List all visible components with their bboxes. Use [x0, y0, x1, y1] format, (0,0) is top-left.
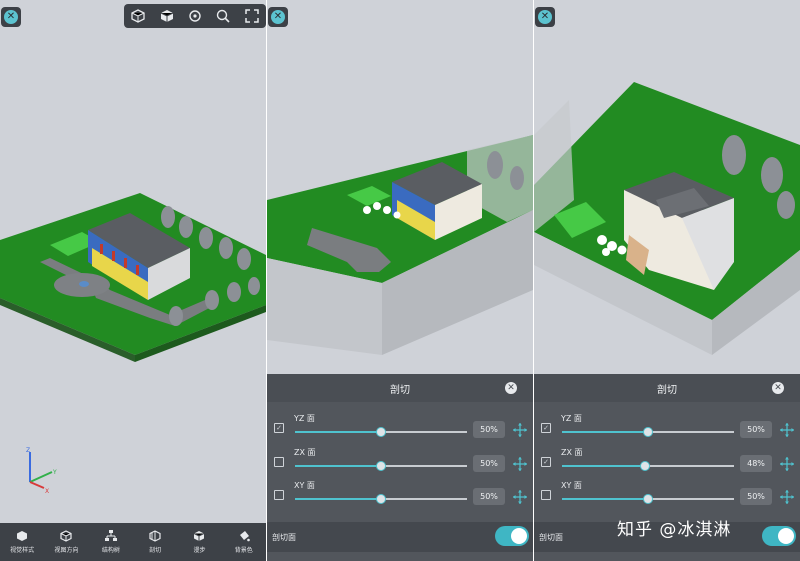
zx-checkbox[interactable] — [274, 457, 284, 467]
visual-style-icon — [17, 531, 28, 541]
slider-handle[interactable] — [640, 461, 650, 471]
xy-slider[interactable] — [562, 494, 734, 504]
yz-checkbox[interactable]: ✓ — [541, 423, 551, 433]
section-plane-toggle[interactable] — [762, 526, 796, 546]
view-toolbar — [124, 4, 266, 28]
bottom-toolbar: 视觉样式 视图方向 结构树 剖切 漫步 背景色 — [0, 523, 266, 561]
section-plane-footer: 剖切面 — [267, 522, 533, 552]
yz-percent-field[interactable]: 50% — [473, 421, 505, 438]
plane-label: YZ 面 — [294, 414, 315, 423]
close-icon: ✕ — [538, 10, 552, 24]
plane-label: ZX 面 — [561, 448, 583, 457]
yz-slider[interactable] — [562, 427, 734, 437]
background-color-button[interactable]: 背景色 — [222, 523, 266, 561]
section-panel-title: 剖切 — [390, 385, 410, 396]
axis-x-label: X — [45, 488, 49, 494]
background-color-label: 背景色 — [234, 547, 253, 554]
close-icon: ✕ — [271, 10, 285, 24]
yz-slider[interactable] — [295, 427, 467, 437]
axis-indicator: Z Y X — [22, 446, 62, 498]
plane-label: XY 面 — [294, 481, 315, 490]
section-plane-toggle[interactable] — [495, 526, 529, 546]
home-view-icon[interactable] — [130, 8, 146, 24]
section-row-yz: ✓ YZ 面 50% — [267, 408, 533, 442]
xy-percent-field[interactable]: 50% — [473, 488, 505, 505]
slider-handle[interactable] — [376, 461, 386, 471]
watermark: 知乎 @冰淇淋 — [617, 520, 732, 540]
yz-checkbox[interactable]: ✓ — [274, 423, 284, 433]
section-row-zx: ZX 面 50% — [267, 442, 533, 476]
panel-divider — [266, 0, 267, 561]
structure-tree-icon — [104, 530, 117, 541]
section-row-xy: XY 面 50% — [267, 475, 533, 509]
structure-tree-label: 结构树 — [101, 547, 120, 554]
plane-label: ZX 面 — [294, 448, 316, 457]
viewer-panel-overview: ✕ Z Y X 视觉样式 视图方向 结构树 剖切 漫步 背景色 — [0, 0, 266, 561]
section-panel-header: 剖切 ✕ — [267, 374, 533, 402]
zx-slider[interactable] — [562, 461, 734, 471]
zx-percent-field[interactable]: 50% — [473, 455, 505, 472]
yz-percent-field[interactable]: 50% — [740, 421, 772, 438]
slider-handle[interactable] — [643, 427, 653, 437]
xy-slider[interactable] — [295, 494, 467, 504]
move-arrows-icon[interactable] — [512, 456, 528, 472]
zx-checkbox[interactable]: ✓ — [541, 457, 551, 467]
walk-label: 漫步 — [193, 547, 206, 554]
move-arrows-icon[interactable] — [512, 489, 528, 505]
walk-button[interactable]: 漫步 — [177, 523, 221, 561]
rotate-icon[interactable] — [187, 8, 203, 24]
move-arrows-icon[interactable] — [512, 422, 528, 438]
background-color-icon — [239, 531, 250, 542]
model-scene-section-zx[interactable] — [534, 0, 800, 374]
close-button[interactable]: ✕ — [1, 7, 21, 27]
zx-percent-field[interactable]: 48% — [740, 455, 772, 472]
slider-handle[interactable] — [643, 494, 653, 504]
fullscreen-icon[interactable] — [244, 8, 260, 24]
section-label: 剖切 — [149, 547, 162, 554]
close-button[interactable]: ✕ — [268, 7, 288, 27]
section-panel-title: 剖切 — [657, 385, 677, 396]
section-button[interactable]: 剖切 — [133, 523, 177, 561]
slider-handle[interactable] — [376, 494, 386, 504]
zoom-icon[interactable] — [215, 8, 231, 24]
structure-tree-button[interactable]: 结构树 — [89, 523, 133, 561]
section-icon — [149, 530, 161, 542]
section-panel-left: 剖切 ✕ ✓ YZ 面 50% ZX 面 50% XY 面 50% 剖切面 — [267, 374, 533, 561]
section-plane-label: 剖切面 — [539, 533, 563, 542]
model-scene-section-yz[interactable] — [267, 0, 533, 374]
panel-divider — [533, 0, 534, 561]
slider-handle[interactable] — [376, 427, 386, 437]
section-panel-header: 剖切 ✕ — [534, 374, 800, 402]
visual-style-label: 视觉样式 — [10, 547, 35, 554]
section-close-icon[interactable]: ✕ — [505, 382, 517, 394]
xy-percent-field[interactable]: 50% — [740, 488, 772, 505]
close-button[interactable]: ✕ — [535, 7, 555, 27]
view-direction-label: 视图方向 — [54, 547, 79, 554]
section-plane-label: 剖切面 — [272, 533, 296, 542]
axis-y-label: Y — [52, 469, 57, 476]
axis-z-label: Z — [26, 447, 30, 454]
walk-icon — [194, 531, 205, 541]
section-row-yz: ✓ YZ 面 50% — [534, 408, 800, 442]
section-row-zx: ✓ ZX 面 48% — [534, 442, 800, 476]
plane-label: XY 面 — [561, 481, 582, 490]
view-direction-button[interactable]: 视图方向 — [44, 523, 88, 561]
move-arrows-icon[interactable] — [779, 489, 795, 505]
move-arrows-icon[interactable] — [779, 422, 795, 438]
perspective-cube-icon[interactable] — [159, 8, 175, 24]
close-icon: ✕ — [4, 10, 18, 24]
plane-label: YZ 面 — [561, 414, 582, 423]
move-arrows-icon[interactable] — [779, 456, 795, 472]
view-direction-icon — [60, 530, 73, 542]
section-row-xy: XY 面 50% — [534, 475, 800, 509]
xy-checkbox[interactable] — [274, 490, 284, 500]
zx-slider[interactable] — [295, 461, 467, 471]
section-close-icon[interactable]: ✕ — [772, 382, 784, 394]
visual-style-button[interactable]: 视觉样式 — [0, 523, 44, 561]
xy-checkbox[interactable] — [541, 490, 551, 500]
